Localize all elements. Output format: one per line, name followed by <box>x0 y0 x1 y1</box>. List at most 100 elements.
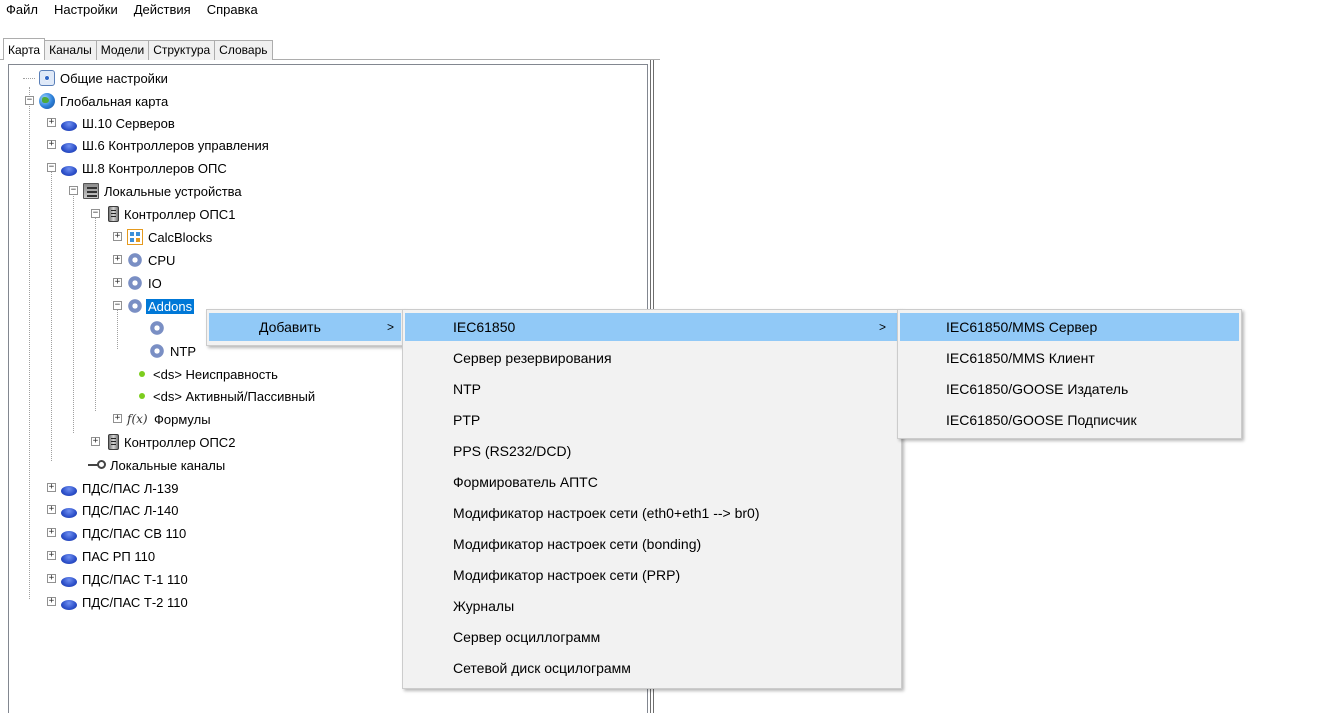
tree-line <box>95 215 96 411</box>
menu-item-iec61850[interactable]: IEC61850 > <box>405 313 899 341</box>
network-node-icon <box>61 577 77 587</box>
tree-item-sh10-servers[interactable]: + Ш.10 Серверов <box>45 112 177 134</box>
formula-icon: f(x) <box>127 412 148 426</box>
tree-item-ntp[interactable]: NTP <box>133 340 198 362</box>
tree-item-pds-sv110[interactable]: + ПДС/ПАС СВ 110 <box>45 522 188 544</box>
menu-item-net-prp[interactable]: Модификатор настроек сети (PRP) <box>405 561 899 589</box>
menu-item-mms-server[interactable]: IEC61850/MMS Сервер <box>900 313 1239 341</box>
tree-item-addons[interactable]: − Addons <box>111 295 195 317</box>
collapse-icon[interactable]: − <box>25 96 34 105</box>
expand-icon[interactable]: + <box>47 118 56 127</box>
gear-icon <box>149 320 165 336</box>
tree-item-ds-fault[interactable]: <ds> Неисправность <box>111 363 280 385</box>
expand-icon[interactable]: + <box>47 483 56 492</box>
menu-bar: Файл Настройки Действия Справка <box>0 0 1324 20</box>
tree-item-ds-active[interactable]: <ds> Активный/Пассивный <box>111 385 317 407</box>
tree-item-controller-ops1[interactable]: − Контроллер ОПС1 <box>89 203 237 225</box>
tree-item-pds-t1[interactable]: + ПДС/ПАС Т-1 110 <box>45 568 190 590</box>
network-node-icon <box>61 166 77 176</box>
network-node-icon <box>61 121 77 131</box>
menu-item-ntp[interactable]: NTP <box>405 375 899 403</box>
tab-dictionary[interactable]: Словарь <box>214 40 273 60</box>
tab-map[interactable]: Карта <box>3 38 46 60</box>
tree-item-controller-ops2[interactable]: + Контроллер ОПС2 <box>89 431 237 453</box>
expand-icon[interactable]: + <box>47 505 56 514</box>
menu-settings[interactable]: Настройки <box>46 0 126 20</box>
tree-item-pds-t2[interactable]: + ПДС/ПАС Т-2 110 <box>45 591 190 613</box>
expand-icon[interactable]: + <box>47 574 56 583</box>
collapse-icon[interactable]: − <box>91 209 100 218</box>
menu-item-goose-publisher[interactable]: IEC61850/GOOSE Издатель <box>900 375 1239 403</box>
tree-item-formulas[interactable]: + f(x) Формулы <box>111 408 213 430</box>
menu-item-add[interactable]: Добавить > <box>209 313 401 341</box>
expand-icon[interactable]: + <box>113 414 122 423</box>
menu-item-pps[interactable]: PPS (RS232/DCD) <box>405 437 899 465</box>
tree-item-local-channels[interactable]: Локальные каналы <box>67 454 227 476</box>
menu-item-net-br0[interactable]: Модификатор настроек сети (eth0+eth1 -->… <box>405 499 899 527</box>
gear-icon <box>127 252 143 268</box>
expand-icon[interactable]: + <box>113 278 122 287</box>
tree-item-local-devices[interactable]: − Локальные устройства <box>67 180 244 202</box>
gear-icon <box>149 343 165 359</box>
expand-icon[interactable]: + <box>47 551 56 560</box>
menu-item-ptp[interactable]: PTP <box>405 406 899 434</box>
tree-item-pds-l140[interactable]: + ПДС/ПАС Л-140 <box>45 499 180 521</box>
tree-item-io[interactable]: + IO <box>111 272 164 294</box>
menu-item-net-bonding[interactable]: Модификатор настроек сети (bonding) <box>405 530 899 558</box>
collapse-icon[interactable]: − <box>47 163 56 172</box>
tree-line <box>51 167 52 461</box>
network-node-icon <box>61 600 77 610</box>
menu-help[interactable]: Справка <box>199 0 266 20</box>
network-node-icon <box>61 486 77 496</box>
network-node-icon <box>61 554 77 564</box>
submenu-arrow-icon: > <box>387 320 395 334</box>
menu-actions[interactable]: Действия <box>126 0 199 20</box>
expand-icon[interactable]: + <box>113 255 122 264</box>
context-menu: Добавить > <box>206 309 404 346</box>
tree-item-pds-l139[interactable]: + ПДС/ПАС Л-139 <box>45 477 180 499</box>
menu-item-aptc[interactable]: Формирователь АПТС <box>405 468 899 496</box>
calcblocks-icon <box>127 229 143 245</box>
expand-icon[interactable]: + <box>47 528 56 537</box>
globe-icon <box>39 93 55 109</box>
tab-channels[interactable]: Каналы <box>44 40 97 60</box>
menu-item-redundancy-server[interactable]: Сервер резервирования <box>405 344 899 372</box>
expand-icon[interactable]: + <box>113 232 122 241</box>
expand-icon[interactable]: + <box>47 140 56 149</box>
servers-icon <box>83 183 99 199</box>
tab-structure[interactable]: Структура <box>148 40 216 60</box>
menu-file[interactable]: Файл <box>0 0 46 20</box>
tree-item-general-settings[interactable]: Общие настройки <box>23 67 170 89</box>
controller-icon <box>108 434 119 450</box>
menu-item-journals[interactable]: Журналы <box>405 592 899 620</box>
expand-icon[interactable]: + <box>47 597 56 606</box>
tree-item-calcblocks[interactable]: + CalcBlocks <box>111 226 214 248</box>
collapse-icon[interactable]: − <box>113 301 122 310</box>
network-node-icon <box>61 531 77 541</box>
controller-icon <box>108 206 119 222</box>
expand-icon[interactable]: + <box>91 437 100 446</box>
tree-line <box>73 191 74 433</box>
tree-item-addon-child[interactable] <box>133 317 168 339</box>
application-window: Файл Настройки Действия Справка Карта Ка… <box>0 0 1324 713</box>
tree-item-global-map[interactable]: − Глобальная карта <box>23 90 170 112</box>
submenu-arrow-icon: > <box>879 320 887 334</box>
collapse-icon[interactable]: − <box>69 186 78 195</box>
settings-icon <box>39 70 55 86</box>
menu-item-osc-disk[interactable]: Сетевой диск осцилограмм <box>405 654 899 682</box>
tree-item-cpu[interactable]: + CPU <box>111 249 177 271</box>
add-submenu: IEC61850 > Сервер резервирования NTP PTP… <box>402 309 902 689</box>
status-dot-icon <box>139 393 145 399</box>
usb-icon <box>87 457 106 473</box>
menu-item-goose-subscriber[interactable]: IEC61850/GOOSE Подписчик <box>900 406 1239 434</box>
tree-item-sh8-ops[interactable]: − Ш.8 Контроллеров ОПС <box>45 157 229 179</box>
tree-item-pas-rp110[interactable]: + ПАС РП 110 <box>45 545 157 567</box>
network-node-icon <box>61 508 77 518</box>
menu-item-osc-server[interactable]: Сервер осциллограмм <box>405 623 899 651</box>
tree-item-sh6-controllers[interactable]: + Ш.6 Контроллеров управления <box>45 134 271 156</box>
gear-icon <box>127 275 143 291</box>
iec61850-submenu: IEC61850/MMS Сервер IEC61850/MMS Клиент … <box>897 309 1242 439</box>
menu-item-mms-client[interactable]: IEC61850/MMS Клиент <box>900 344 1239 372</box>
tab-models[interactable]: Модели <box>95 40 150 60</box>
gear-icon <box>127 298 143 314</box>
